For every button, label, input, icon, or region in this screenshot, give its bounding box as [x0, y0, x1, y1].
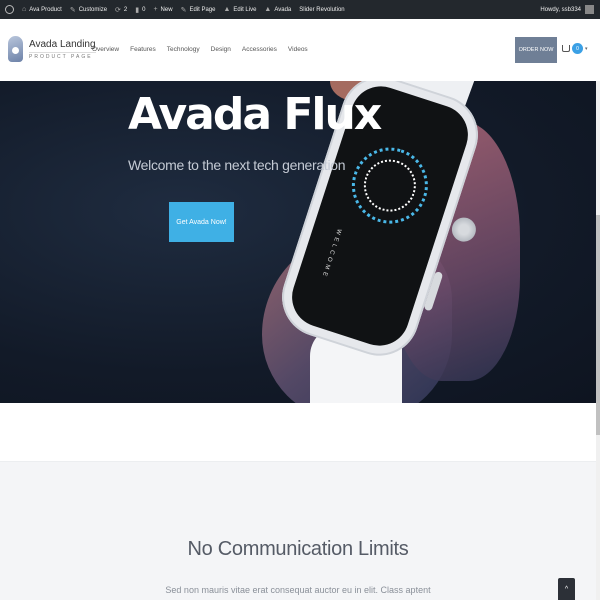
nav-item-technology[interactable]: Technology	[167, 46, 200, 53]
section-text: Sed non mauris vitae erat consequat auct…	[165, 585, 431, 595]
new-label: New	[160, 6, 173, 13]
customize-link[interactable]: ✎ Customize	[70, 6, 107, 14]
comments-link[interactable]: ▮ 0	[135, 6, 145, 14]
nav-item-videos[interactable]: Videos	[288, 46, 308, 53]
watch-crown	[448, 214, 480, 245]
avada-logo-icon: ▲	[264, 6, 272, 13]
edit-live-link[interactable]: ▲ Edit Live	[223, 6, 256, 13]
avada-label: Avada	[274, 6, 292, 13]
hero-subtitle: Welcome to the next tech generation	[128, 157, 346, 173]
chevron-down-icon: ▾	[585, 45, 588, 52]
logo-mark-icon	[8, 36, 23, 62]
new-content-link[interactable]: + New	[153, 6, 172, 13]
chevron-up-icon: ^	[564, 585, 569, 593]
nav-item-design[interactable]: Design	[211, 46, 231, 53]
logo-title: Avada Landing	[29, 38, 96, 50]
hero-section: WELCOME Avada Flux Welcome to the next t…	[0, 81, 600, 403]
customize-label: Customize	[78, 6, 108, 13]
cart-count-badge: 0	[572, 43, 583, 54]
order-now-button[interactable]: ORDER NOW	[515, 37, 557, 63]
main-nav: Overview Features Technology Design Acce…	[92, 46, 308, 53]
section-title: No Communication Limits	[187, 538, 409, 560]
get-avada-button[interactable]: Get Avada Now!	[169, 202, 234, 242]
hero-title: Avada Flux	[128, 89, 382, 140]
logo-subtitle: PRODUCT PAGE	[29, 51, 96, 60]
plus-icon: +	[153, 6, 158, 13]
comment-icon: ▮	[135, 6, 140, 14]
site-header: Avada Landing PRODUCT PAGE Overview Feat…	[0, 19, 600, 81]
watch-side-button	[423, 270, 444, 312]
avada-menu-link[interactable]: ▲ Avada	[264, 6, 291, 13]
site-name-link[interactable]: ⌂ Ava Product	[22, 6, 62, 13]
slider-revolution-label: Slider Revolution	[299, 6, 345, 13]
slider-revolution-link[interactable]: Slider Revolution	[299, 7, 344, 13]
edit-live-label: Edit Live	[233, 6, 257, 13]
updates-icon: ⟳	[115, 6, 121, 14]
account-menu[interactable]: Howdy, ssb334	[540, 5, 594, 14]
watch-welcome-text: WELCOME	[320, 228, 342, 280]
comments-count: 0	[142, 6, 146, 13]
howdy-label: Howdy, ssb334	[540, 6, 581, 13]
avada-icon: ▲	[223, 6, 231, 13]
edit-page-link[interactable]: ✎ Edit Page	[181, 6, 216, 14]
cart-menu[interactable]: 0 ▾	[562, 43, 588, 54]
avatar	[585, 5, 594, 14]
spacer-band	[0, 403, 596, 461]
edit-page-label: Edit Page	[189, 6, 216, 13]
nav-item-overview[interactable]: Overview	[92, 46, 119, 53]
home-icon: ⌂	[22, 6, 27, 13]
brush-icon: ✎	[69, 6, 76, 14]
wp-logo-menu[interactable]	[5, 5, 14, 14]
communication-section: No Communication Limits Sed non mauris v…	[0, 461, 596, 600]
pencil-icon: ✎	[180, 6, 187, 14]
scroll-to-top-button[interactable]: ^	[558, 578, 575, 600]
updates-count: 2	[123, 6, 128, 13]
nav-item-accessories[interactable]: Accessories	[242, 46, 277, 53]
scrollbar-thumb[interactable]	[596, 215, 600, 435]
updates-link[interactable]: ⟳ 2	[115, 6, 127, 14]
cart-icon	[562, 45, 570, 52]
site-name-label: Ava Product	[29, 6, 62, 13]
site-logo[interactable]: Avada Landing PRODUCT PAGE	[8, 36, 96, 62]
wp-admin-bar: ⌂ Ava Product ✎ Customize ⟳ 2 ▮ 0 + New ✎ Edit…	[0, 0, 600, 19]
wordpress-icon	[5, 5, 14, 14]
nav-item-features[interactable]: Features	[130, 46, 156, 53]
